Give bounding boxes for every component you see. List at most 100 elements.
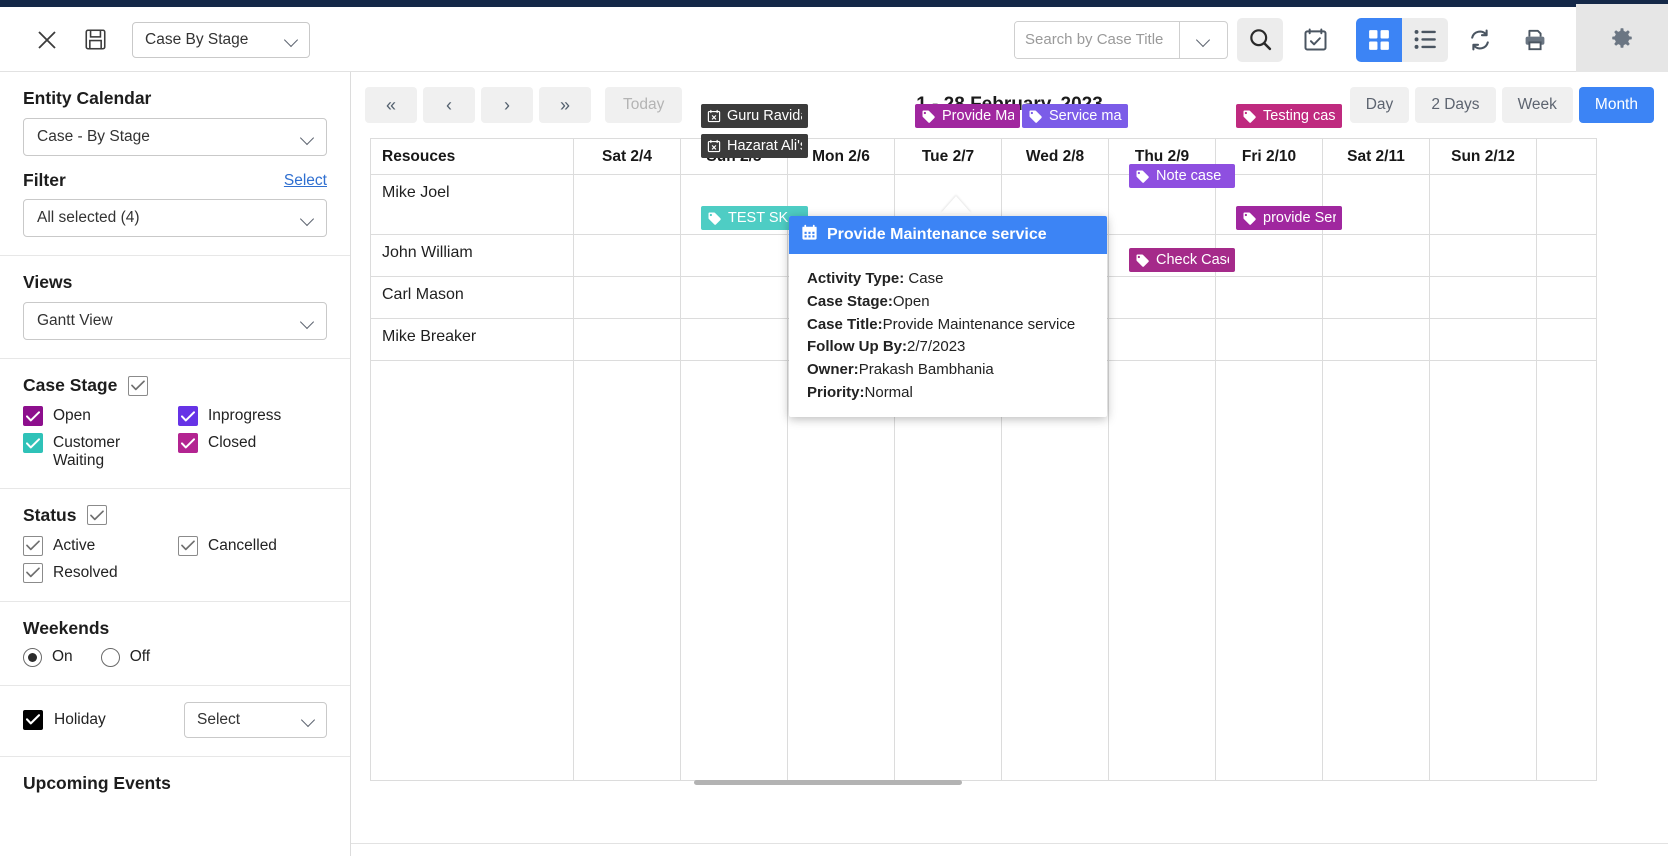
day-cell[interactable] [1536, 318, 1597, 361]
calendar-event[interactable]: Hazarat Ali's Birthday [701, 134, 808, 158]
day-cell[interactable] [1322, 360, 1430, 781]
calendar-event[interactable]: Check Case [1129, 248, 1235, 272]
status-option-active[interactable]: Active [23, 535, 172, 556]
case-stage-option-closed[interactable]: Closed [178, 433, 327, 470]
checkbox[interactable] [23, 535, 43, 556]
checkbox[interactable] [178, 433, 198, 453]
day-cell[interactable] [1429, 318, 1537, 361]
holiday-checkbox[interactable] [23, 709, 43, 730]
checkbox[interactable] [178, 406, 198, 426]
holiday-toggle[interactable]: Holiday [23, 709, 106, 730]
day-cell[interactable] [1536, 174, 1597, 235]
tooltip-row-label: Case Stage: [807, 292, 893, 310]
grid-view-icon[interactable] [1356, 17, 1402, 62]
nav-first-button[interactable]: « [365, 87, 417, 123]
status-option-resolved[interactable]: Resolved [23, 562, 172, 583]
day-cell[interactable] [1536, 276, 1597, 319]
entity-calendar-value: Case - By Stage [37, 128, 150, 145]
radio-dot [28, 652, 37, 662]
nav-last-button[interactable]: » [539, 87, 591, 123]
day-cell[interactable] [894, 360, 1002, 781]
calendar-check-icon[interactable] [1292, 18, 1338, 62]
close-icon[interactable] [30, 23, 64, 57]
day-cell[interactable] [680, 276, 788, 319]
day-cell[interactable] [1001, 360, 1109, 781]
day-cell[interactable] [1536, 234, 1597, 277]
calendar-event[interactable]: Guru Ravidass Jayanti [701, 104, 808, 128]
day-cell[interactable] [1322, 276, 1430, 319]
day-cell[interactable] [1536, 360, 1597, 781]
case-stage-option-customer-waiting[interactable]: Customer Waiting [23, 433, 172, 470]
case-stage-section: Case Stage Open Inprogress Customer Wait… [0, 359, 350, 489]
calendar-select-value: Case By Stage [145, 30, 249, 48]
holiday-select-value: Select [197, 710, 241, 728]
settings-button[interactable] [1576, 3, 1668, 76]
search-input[interactable] [1015, 21, 1179, 58]
day-cell[interactable] [573, 360, 681, 781]
case-stage-option-inprogress[interactable]: Inprogress [178, 406, 327, 426]
calendar-event[interactable]: Provide Maintenance service [915, 104, 1020, 128]
day-cell[interactable] [1322, 318, 1430, 361]
calendar-event[interactable]: provide Service [1236, 206, 1342, 230]
search-icon[interactable] [1237, 17, 1283, 62]
tooltip-row: Priority:Normal [807, 382, 1107, 405]
day-cell[interactable] [1108, 276, 1216, 319]
column-header-day: Wed 2/8 [1001, 138, 1109, 175]
view-button-month[interactable]: Month [1578, 87, 1654, 123]
checkbox[interactable] [23, 406, 43, 426]
views-select[interactable]: Gantt View [23, 302, 327, 340]
day-cell[interactable] [573, 276, 681, 319]
refresh-icon[interactable] [1457, 18, 1503, 62]
calendar-select[interactable]: Case By Stage [132, 21, 310, 58]
view-button-day[interactable]: Day [1349, 87, 1410, 123]
day-cell[interactable] [1215, 360, 1323, 781]
print-icon[interactable] [1512, 18, 1558, 62]
checkbox[interactable] [23, 433, 43, 453]
day-cell[interactable] [680, 360, 788, 781]
calendar-event-title: TEST SK [728, 210, 789, 226]
case-stage-option-open[interactable]: Open [23, 406, 172, 426]
filter-select-link[interactable]: Select [284, 172, 327, 190]
day-cell[interactable] [787, 360, 895, 781]
list-view-icon[interactable] [1402, 17, 1448, 62]
day-cell[interactable] [1429, 174, 1537, 235]
day-cell[interactable] [1322, 234, 1430, 277]
day-cell[interactable] [573, 318, 681, 361]
weekends-radio-off[interactable] [100, 647, 120, 667]
day-cell[interactable] [1108, 360, 1216, 781]
status-select-all-checkbox[interactable] [87, 505, 108, 526]
calendar-event[interactable]: Note case [1129, 164, 1235, 188]
status-header: Status [23, 505, 327, 526]
entity-calendar-select[interactable]: Case - By Stage [23, 118, 327, 156]
checkbox[interactable] [178, 535, 198, 556]
status-option-cancelled[interactable]: Cancelled [178, 535, 327, 556]
upcoming-events-label: Upcoming Events [23, 772, 171, 793]
view-button-week[interactable]: Week [1501, 87, 1573, 123]
day-cell[interactable] [1215, 276, 1323, 319]
calendar-event[interactable]: Service maintenance [1022, 104, 1128, 128]
search-filter-dropdown[interactable] [1179, 21, 1227, 58]
day-cell[interactable] [680, 318, 788, 361]
day-cell[interactable] [1429, 276, 1537, 319]
day-cell[interactable] [1108, 318, 1216, 361]
day-cell[interactable] [680, 234, 788, 277]
checkbox[interactable] [23, 562, 43, 583]
weekends-radio-on[interactable] [23, 647, 42, 667]
holiday-select[interactable]: Select [184, 701, 327, 738]
day-cell[interactable] [1215, 318, 1323, 361]
day-cell[interactable] [1429, 360, 1537, 781]
nav-prev-button[interactable]: ‹ [423, 87, 475, 123]
view-button-2days[interactable]: 2 Days [1415, 87, 1496, 123]
horizontal-scrollbar[interactable] [694, 780, 962, 785]
case-stage-select-all-checkbox[interactable] [128, 375, 149, 396]
filter-select[interactable]: All selected (4) [23, 199, 327, 237]
today-button[interactable]: Today [605, 87, 683, 123]
nav-next-button[interactable]: › [481, 87, 533, 123]
calendar-event[interactable]: Testing case [1236, 104, 1342, 128]
search-box[interactable] [1014, 20, 1228, 59]
day-cell[interactable] [573, 174, 681, 235]
day-cell[interactable] [1429, 234, 1537, 277]
calendar-x-icon [707, 109, 721, 123]
save-icon[interactable] [78, 23, 112, 57]
day-cell[interactable] [573, 234, 681, 277]
